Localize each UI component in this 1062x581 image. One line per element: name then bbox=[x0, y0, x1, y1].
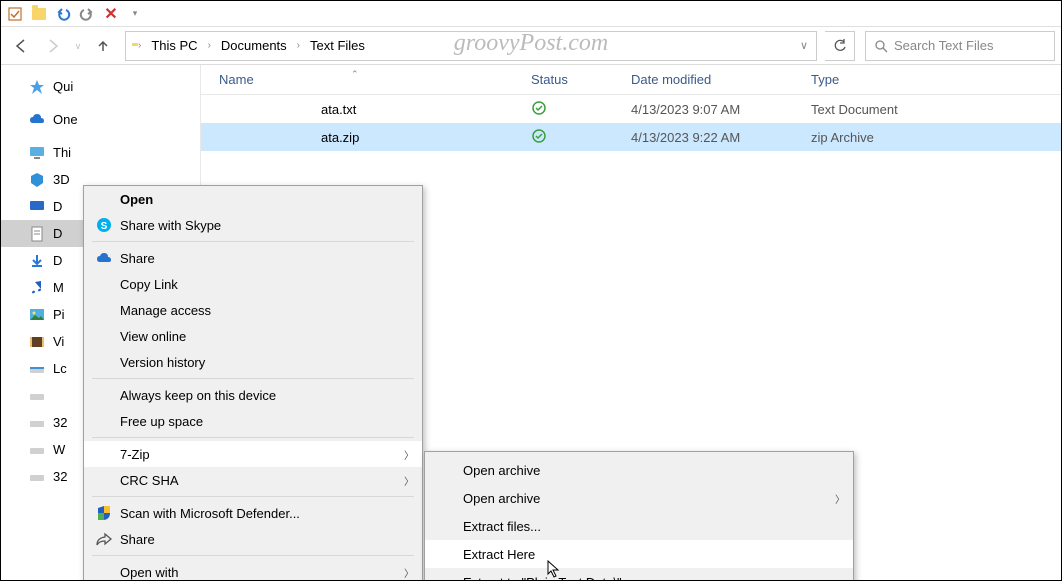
address-dropdown-icon[interactable]: ∨ bbox=[798, 39, 810, 52]
menu-share[interactable]: Share bbox=[84, 526, 422, 552]
picture-icon bbox=[29, 307, 45, 323]
search-input[interactable]: Search Text Files bbox=[865, 31, 1055, 61]
status-synced-icon bbox=[531, 128, 547, 144]
file-type: zip Archive bbox=[811, 130, 1061, 145]
submenu-extract-files[interactable]: Extract files... bbox=[425, 512, 853, 540]
menu-version-history[interactable]: Version history bbox=[84, 349, 422, 375]
delete-icon[interactable]: ✕ bbox=[103, 6, 119, 22]
svg-text:S: S bbox=[101, 221, 108, 232]
chevron-right-icon[interactable]: › bbox=[206, 40, 213, 51]
drive-icon bbox=[29, 415, 45, 431]
refresh-button[interactable] bbox=[825, 31, 855, 61]
back-button[interactable] bbox=[7, 32, 35, 60]
submenu-arrow-icon: 〉 bbox=[404, 447, 414, 462]
col-date[interactable]: Date modified bbox=[631, 72, 811, 87]
menu-defender[interactable]: Scan with Microsoft Defender... bbox=[84, 500, 422, 526]
forward-button[interactable] bbox=[39, 32, 67, 60]
video-icon bbox=[29, 334, 45, 350]
drive-icon bbox=[29, 469, 45, 485]
nav-bar: v › This PC › Documents › Text Files ∨ S… bbox=[1, 27, 1061, 65]
cloud-icon bbox=[94, 250, 114, 266]
document-icon bbox=[29, 226, 45, 242]
monitor-icon bbox=[29, 199, 45, 215]
status-synced-icon bbox=[531, 100, 547, 116]
menu-copylink[interactable]: Copy Link bbox=[84, 271, 422, 297]
menu-7zip[interactable]: 7-Zip〉 bbox=[84, 441, 422, 467]
col-name[interactable]: Name⌃ bbox=[201, 72, 531, 87]
up-button[interactable] bbox=[89, 32, 117, 60]
sort-indicator-icon: ⌃ bbox=[351, 69, 359, 80]
sidebar-item-quickaccess[interactable]: Qui bbox=[1, 73, 200, 100]
chevron-right-icon[interactable]: › bbox=[295, 40, 302, 51]
submenu-open-archive-sub[interactable]: Open archive〉 bbox=[425, 484, 853, 512]
share-icon bbox=[94, 531, 114, 547]
menu-share-cloud[interactable]: Share bbox=[84, 245, 422, 271]
submenu-arrow-icon: 〉 bbox=[835, 491, 845, 506]
col-type[interactable]: Type bbox=[811, 72, 1061, 87]
file-row[interactable]: ata.zip 4/13/2023 9:22 AM zip Archive bbox=[201, 123, 1061, 151]
search-placeholder: Search Text Files bbox=[894, 38, 993, 53]
pc-icon bbox=[29, 145, 45, 161]
drive-icon bbox=[29, 388, 45, 404]
col-status[interactable]: Status bbox=[531, 72, 631, 87]
quick-access-toolbar: ✕ ▾ bbox=[1, 1, 1061, 27]
app-icon bbox=[7, 6, 23, 22]
search-icon bbox=[874, 39, 888, 53]
file-date: 4/13/2023 9:22 AM bbox=[631, 130, 811, 145]
recent-dropdown[interactable]: v bbox=[71, 32, 85, 60]
cube-icon bbox=[29, 172, 45, 188]
file-row[interactable]: ata.txt 4/13/2023 9:07 AM Text Document bbox=[201, 95, 1061, 123]
menu-manage-access[interactable]: Manage access bbox=[84, 297, 422, 323]
folder-icon bbox=[31, 6, 47, 22]
submenu-extract-here[interactable]: Extract Here bbox=[425, 540, 853, 568]
menu-freeup[interactable]: Free up space bbox=[84, 408, 422, 434]
drive-icon bbox=[29, 361, 45, 377]
menu-crcsha[interactable]: CRC SHA〉 bbox=[84, 467, 422, 493]
menu-open[interactable]: Open bbox=[84, 186, 422, 212]
explorer-body: Qui One Thi 3D D D D M Pi Vi Lc 32 W 32 … bbox=[1, 65, 1061, 580]
menu-skype[interactable]: SShare with Skype bbox=[84, 212, 422, 238]
context-menu: Open SShare with Skype Share Copy Link M… bbox=[83, 185, 423, 580]
address-bar[interactable]: › This PC › Documents › Text Files ∨ bbox=[125, 31, 817, 61]
submenu-7zip: Open archive Open archive〉 Extract files… bbox=[424, 451, 854, 580]
breadcrumb-thispc[interactable]: This PC bbox=[147, 36, 201, 55]
star-icon bbox=[29, 79, 45, 95]
undo-icon[interactable] bbox=[55, 6, 71, 22]
file-name: ata.txt bbox=[321, 102, 356, 117]
skype-icon: S bbox=[94, 217, 114, 233]
submenu-extract-to[interactable]: Extract to "Plain Text Data\" bbox=[425, 568, 853, 580]
drive-icon bbox=[29, 442, 45, 458]
shield-icon bbox=[94, 505, 114, 521]
file-type: Text Document bbox=[811, 102, 1061, 117]
column-headers: Name⌃ Status Date modified Type bbox=[201, 65, 1061, 95]
menu-always-keep[interactable]: Always keep on this device bbox=[84, 382, 422, 408]
file-date: 4/13/2023 9:07 AM bbox=[631, 102, 811, 117]
sidebar-item-thispc[interactable]: Thi bbox=[1, 139, 200, 166]
download-icon bbox=[29, 253, 45, 269]
explorer-window: ✕ ▾ groovyPost.com v › This PC › Documen… bbox=[0, 0, 1062, 581]
breadcrumb-documents[interactable]: Documents bbox=[217, 36, 291, 55]
qat-dropdown-icon[interactable]: ▾ bbox=[127, 6, 143, 22]
music-icon bbox=[29, 280, 45, 296]
menu-openwith[interactable]: Open with〉 bbox=[84, 559, 422, 580]
cloud-icon bbox=[29, 112, 45, 128]
submenu-open-archive[interactable]: Open archive bbox=[425, 456, 853, 484]
redo-icon[interactable] bbox=[79, 6, 95, 22]
submenu-arrow-icon: 〉 bbox=[404, 473, 414, 488]
chevron-right-icon[interactable]: › bbox=[136, 40, 143, 51]
submenu-arrow-icon: 〉 bbox=[404, 565, 414, 580]
menu-view-online[interactable]: View online bbox=[84, 323, 422, 349]
sidebar-item-onedrive[interactable]: One bbox=[1, 106, 200, 133]
file-name: ata.zip bbox=[321, 130, 359, 145]
breadcrumb-textfiles[interactable]: Text Files bbox=[306, 36, 369, 55]
